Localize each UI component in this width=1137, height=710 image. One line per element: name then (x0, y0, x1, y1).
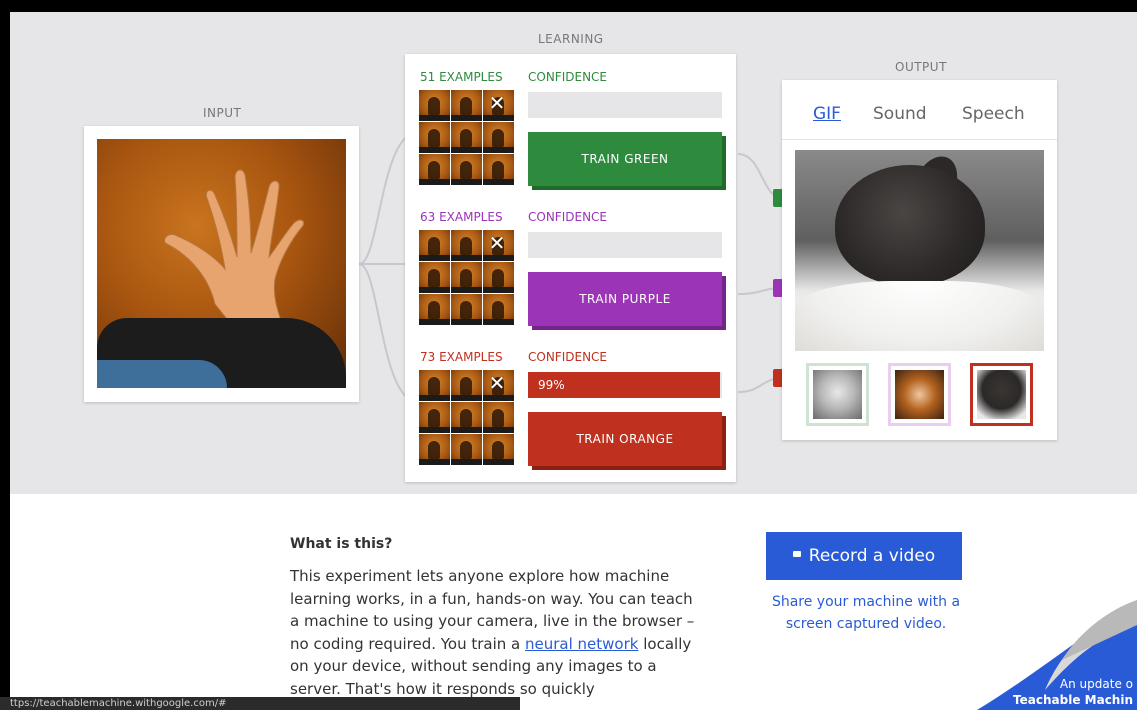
input-card (84, 126, 359, 402)
example-thumb (419, 122, 450, 153)
learning-section-label: LEARNING (538, 32, 604, 46)
examples-count: 63 EXAMPLES (420, 210, 503, 224)
class-purple: 63 EXAMPLES CONFIDENCE ✕ TRAIN PURPLE (405, 194, 736, 330)
webcam-feed (97, 139, 346, 388)
gif-thumb-green[interactable] (806, 363, 869, 426)
example-thumb (419, 434, 450, 465)
train-button-label: TRAIN PURPLE (579, 292, 671, 306)
button-shadow (722, 416, 726, 470)
examples-count: 73 EXAMPLES (420, 350, 503, 364)
example-thumb (451, 262, 482, 293)
output-section-label: OUTPUT (895, 60, 947, 74)
example-thumb (451, 154, 482, 185)
example-thumb (419, 90, 450, 121)
neural-network-link[interactable]: neural network (525, 635, 638, 653)
example-thumb (419, 402, 450, 433)
example-thumb (419, 262, 450, 293)
clear-examples-icon[interactable]: ✕ (488, 373, 506, 393)
kitten-image (813, 370, 862, 419)
example-thumb (419, 154, 450, 185)
clear-examples-icon[interactable]: ✕ (488, 233, 506, 253)
button-shadow (722, 276, 726, 330)
workspace: INPUT LEARNING OUTPUT 51 EXAMPLES CONFID… (10, 12, 1137, 494)
example-thumb (483, 154, 514, 185)
confidence-value: 99% (538, 378, 565, 392)
example-thumb (451, 434, 482, 465)
example-thumb (451, 402, 482, 433)
gif-thumb-purple[interactable] (888, 363, 951, 426)
example-thumb (483, 122, 514, 153)
example-thumb (451, 294, 482, 325)
learning-card: 51 EXAMPLES CONFIDENCE ✕ TRAIN GREEN 63 … (405, 54, 736, 482)
example-thumb (483, 262, 514, 293)
button-shadow (532, 466, 726, 470)
gif-thumbnails (806, 363, 1036, 427)
rabbit-image (835, 165, 985, 285)
status-url-bar: ttps://teachablemachine.withgoogle.com/# (0, 697, 520, 710)
example-thumb (451, 370, 482, 401)
sleeve (97, 360, 227, 388)
rabbit-thumb-image (977, 370, 1026, 419)
train-purple-button[interactable]: TRAIN PURPLE (528, 272, 726, 330)
input-section-label: INPUT (203, 106, 242, 120)
output-tabs: GIF Sound Speech (782, 80, 1057, 140)
app-frame: INPUT LEARNING OUTPUT 51 EXAMPLES CONFID… (10, 12, 1137, 710)
info-body: This experiment lets anyone explore how … (290, 565, 700, 700)
example-thumb (483, 434, 514, 465)
share-text: Share your machine with a screen capture… (771, 594, 961, 632)
confidence-bar (528, 92, 722, 118)
tab-speech[interactable]: Speech (962, 104, 1025, 124)
info-title: What is this? (290, 536, 393, 552)
class-orange: 73 EXAMPLES CONFIDENCE ✕ 99% TRAIN ORANG… (405, 334, 736, 470)
train-button-label: TRAIN ORANGE (576, 432, 674, 446)
tab-sound[interactable]: Sound (873, 104, 927, 124)
example-thumb (419, 370, 450, 401)
example-thumb (419, 230, 450, 261)
examples-count: 51 EXAMPLES (420, 70, 503, 84)
output-card: GIF Sound Speech (782, 80, 1057, 440)
train-button-label: TRAIN GREEN (581, 152, 669, 166)
confidence-label: CONFIDENCE (528, 210, 608, 224)
class-green: 51 EXAMPLES CONFIDENCE ✕ TRAIN GREEN (405, 54, 736, 190)
confidence-bar: 99% (528, 372, 722, 398)
button-shadow (722, 136, 726, 190)
button-shadow (532, 186, 726, 190)
example-thumb (451, 122, 482, 153)
record-button-label: Record a video (808, 546, 936, 566)
button-shadow (532, 326, 726, 330)
blanket (795, 281, 1044, 351)
example-thumb (483, 402, 514, 433)
train-orange-button[interactable]: TRAIN ORANGE (528, 412, 726, 470)
clear-examples-icon[interactable]: ✕ (488, 93, 506, 113)
camera-icon (792, 551, 801, 557)
example-thumb (419, 294, 450, 325)
confidence-bar (528, 232, 722, 258)
example-thumb (483, 294, 514, 325)
record-video-button[interactable]: Record a video (766, 532, 962, 580)
update-banner-line2: Teachable Machin (1013, 693, 1133, 707)
hamster-image (895, 370, 944, 419)
tab-gif[interactable]: GIF (813, 104, 841, 124)
example-thumb (451, 230, 482, 261)
update-banner-text[interactable]: An update o Teachable Machin (993, 676, 1133, 708)
gif-thumb-orange[interactable] (970, 363, 1033, 426)
train-green-button[interactable]: TRAIN GREEN (528, 132, 726, 190)
update-banner-line1: An update o (1059, 677, 1133, 691)
confidence-label: CONFIDENCE (528, 350, 608, 364)
example-thumb (451, 90, 482, 121)
confidence-label: CONFIDENCE (528, 70, 608, 84)
gif-preview (795, 150, 1044, 351)
